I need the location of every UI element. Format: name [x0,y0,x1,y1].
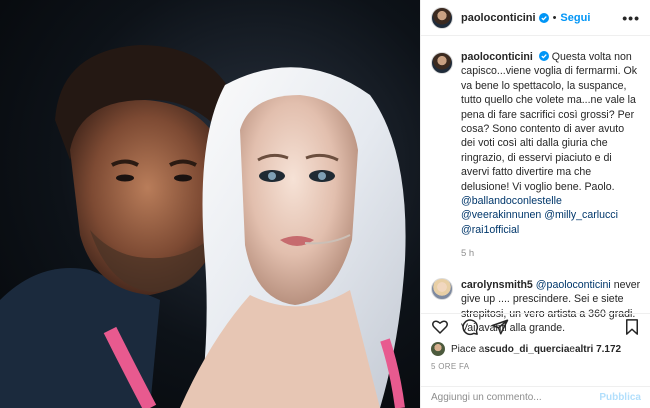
post-photo[interactable] [0,0,420,408]
comment-username[interactable]: carolynsmith5 [461,279,533,291]
caption-text: paoloconticini Questa volta non capisco.… [461,50,641,262]
heart-icon[interactable] [431,318,449,336]
header-separator: • [552,11,557,24]
follow-button[interactable]: Segui [560,12,590,24]
avatar[interactable] [431,52,453,74]
mention-link[interactable]: @veerakinnunen [461,209,541,221]
caption-username[interactable]: paoloconticini [461,51,533,63]
more-options-button[interactable]: ••• [622,10,640,26]
post-header: paoloconticini • Segui ••• [421,0,650,36]
post-side-panel: paoloconticini • Segui ••• paoloconticin… [420,0,650,408]
post-photo-illustration [0,45,406,408]
verified-icon [538,12,549,23]
avatar[interactable] [431,277,453,300]
comments-list: paoloconticini Questa volta non capisco.… [421,50,650,335]
caption: paoloconticini Questa volta non capisco.… [431,50,641,262]
likes-prefix: Piace a [451,343,485,355]
publish-button[interactable]: Pubblica [599,392,641,403]
caption-time[interactable]: 5 h [461,247,641,261]
header-username[interactable]: paoloconticini [461,12,536,24]
likes-others[interactable]: altri 7.172 [575,344,621,355]
mention-link[interactable]: @rai1official [461,224,519,236]
likes-summary: Piace a scudo_di_quercia e altri 7.172 [431,342,621,356]
avatar[interactable] [431,6,453,29]
comment-icon[interactable] [461,318,479,336]
caption-body: Questa volta non capisco...viene voglia … [461,51,638,193]
share-icon[interactable] [491,318,509,336]
mention-link[interactable]: @paoloconticini [536,279,611,291]
posted-ago[interactable]: 5 ORE FA [431,362,469,371]
post-actions [421,313,650,339]
bookmark-icon[interactable] [623,318,641,336]
mention-link[interactable]: @milly_carlucci [544,209,618,221]
avatar[interactable] [431,342,445,356]
mention-link[interactable]: @ballandoconlestelle [461,195,562,207]
verified-icon [538,51,549,61]
add-comment-bar: Pubblica [421,386,650,408]
comment-input[interactable] [431,392,600,403]
likes-user[interactable]: scudo_di_quercia [484,344,569,355]
